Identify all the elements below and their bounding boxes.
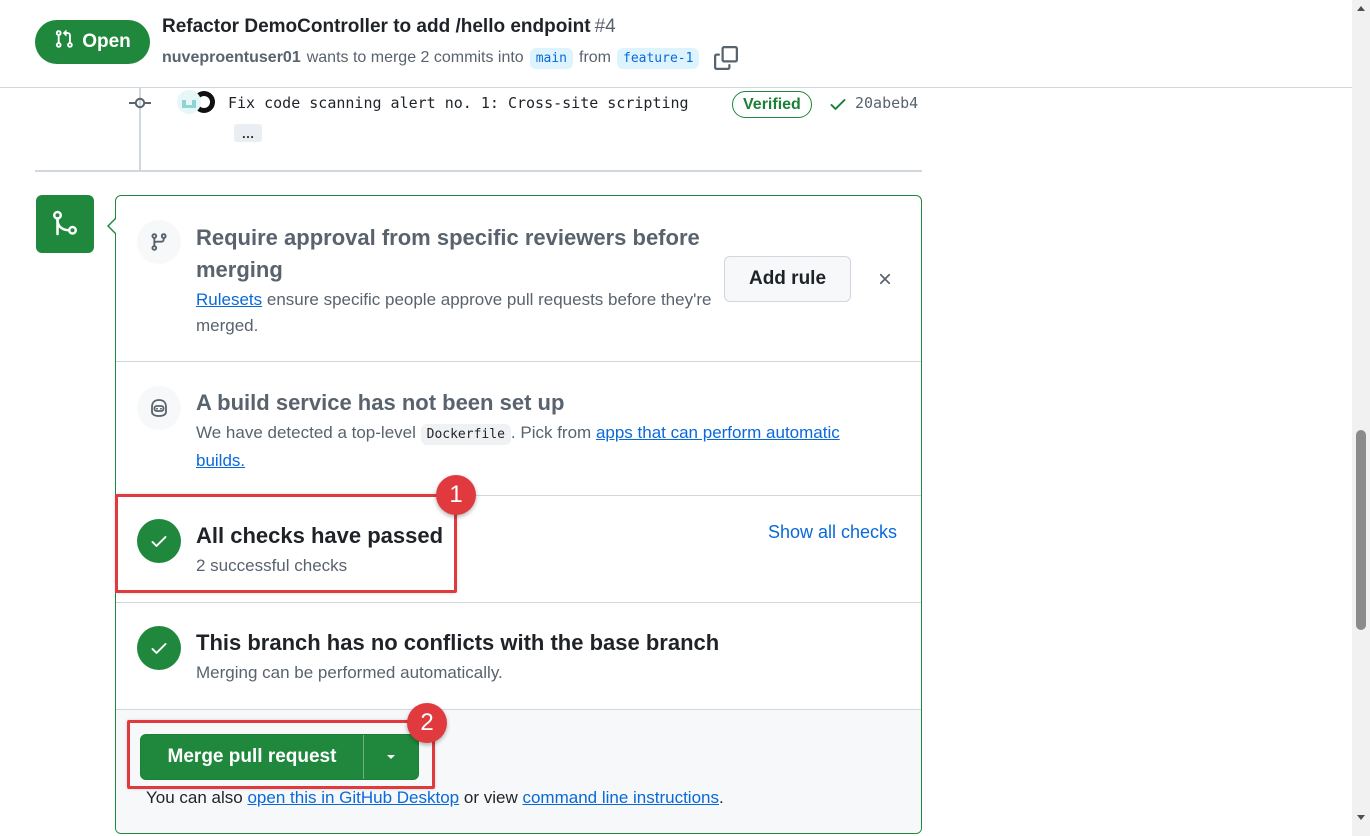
git-branch-icon [137, 220, 181, 264]
commit-sha-link[interactable]: 20abeb4 [855, 94, 918, 112]
merge-footer-text: You can also open this in GitHub Desktop… [146, 788, 724, 808]
commit-author-avatars[interactable] [175, 90, 219, 114]
footer-text-mid: or view [463, 788, 518, 807]
build-service-section: A build service has not been set up We h… [116, 362, 921, 496]
step-number-badge: 2 [407, 703, 447, 743]
add-rule-button[interactable]: Add rule [724, 256, 851, 302]
build-service-description: We have detected a top-level Dockerfile.… [196, 420, 856, 474]
pr-merge-text: wants to merge 2 commits into [306, 49, 524, 66]
copilot-icon [137, 386, 181, 430]
scroll-down-arrow-icon[interactable] [1357, 815, 1365, 820]
show-all-checks-link[interactable]: Show all checks [768, 522, 897, 543]
conflicts-title: This branch has no conflicts with the ba… [196, 630, 720, 655]
check-icon[interactable] [828, 94, 848, 114]
build-desc-mid: . Pick from [510, 423, 592, 442]
rulesets-title: Require approval from specific reviewers… [196, 225, 700, 282]
pr-title-text: Refactor DemoController to add /hello en… [162, 16, 591, 37]
conflicts-subtitle: Merging can be performed automatically. [196, 663, 503, 682]
head-branch-label[interactable]: feature-1 [617, 47, 700, 69]
pr-state-badge: Open [35, 20, 150, 64]
conflicts-section: This branch has no conflicts with the ba… [116, 603, 921, 710]
rulesets-link[interactable]: Rulesets [196, 290, 262, 309]
scroll-up-arrow-icon[interactable] [1357, 6, 1365, 11]
check-circle-icon [137, 626, 181, 670]
rulesets-section: Require approval from specific reviewers… [116, 196, 921, 362]
base-branch-label[interactable]: main [529, 47, 573, 69]
git-pull-request-icon [54, 29, 74, 55]
build-service-title: A build service has not been set up [196, 390, 565, 415]
step-number-badge: 1 [436, 475, 476, 515]
build-desc-prefix: We have detected a top-level [196, 423, 416, 442]
rulesets-description-text: ensure specific people approve pull requ… [196, 290, 712, 335]
copy-icon[interactable] [713, 45, 739, 71]
highlight-box-merge [127, 720, 435, 789]
rulesets-description: Rulesets ensure specific people approve … [196, 287, 716, 339]
git-commit-icon [128, 94, 152, 112]
pr-title: Refactor DemoController to add /hello en… [162, 16, 616, 38]
pr-from-text: from [579, 49, 611, 66]
open-in-desktop-link[interactable]: open this in GitHub Desktop [247, 788, 459, 807]
pr-meta: nuveproentuser01 wants to merge 2 commit… [162, 45, 739, 71]
command-line-instructions-link[interactable]: command line instructions [522, 788, 719, 807]
pr-number: #4 [594, 16, 616, 37]
pr-state-label: Open [82, 31, 131, 52]
footer-text-suffix: . [719, 788, 724, 807]
verified-badge[interactable]: Verified [732, 91, 812, 118]
highlight-box-checks [115, 494, 457, 593]
pr-sticky-header: Open Refactor DemoController to add /hel… [0, 0, 1352, 88]
expand-commit-message-button[interactable]: … [234, 124, 262, 142]
close-icon[interactable] [873, 267, 897, 291]
footer-text-prefix: You can also [146, 788, 243, 807]
git-merge-icon [36, 195, 94, 253]
merge-box-caret-inner [109, 218, 117, 234]
commit-message-link[interactable]: Fix code scanning alert no. 1: Cross-sit… [228, 94, 689, 112]
vertical-scrollbar[interactable] [1352, 0, 1370, 836]
scrollbar-thumb[interactable] [1356, 430, 1366, 630]
pr-author-link[interactable]: nuveproentuser01 [162, 49, 301, 67]
dockerfile-code: Dockerfile [420, 424, 511, 445]
timeline-divider [35, 170, 922, 172]
